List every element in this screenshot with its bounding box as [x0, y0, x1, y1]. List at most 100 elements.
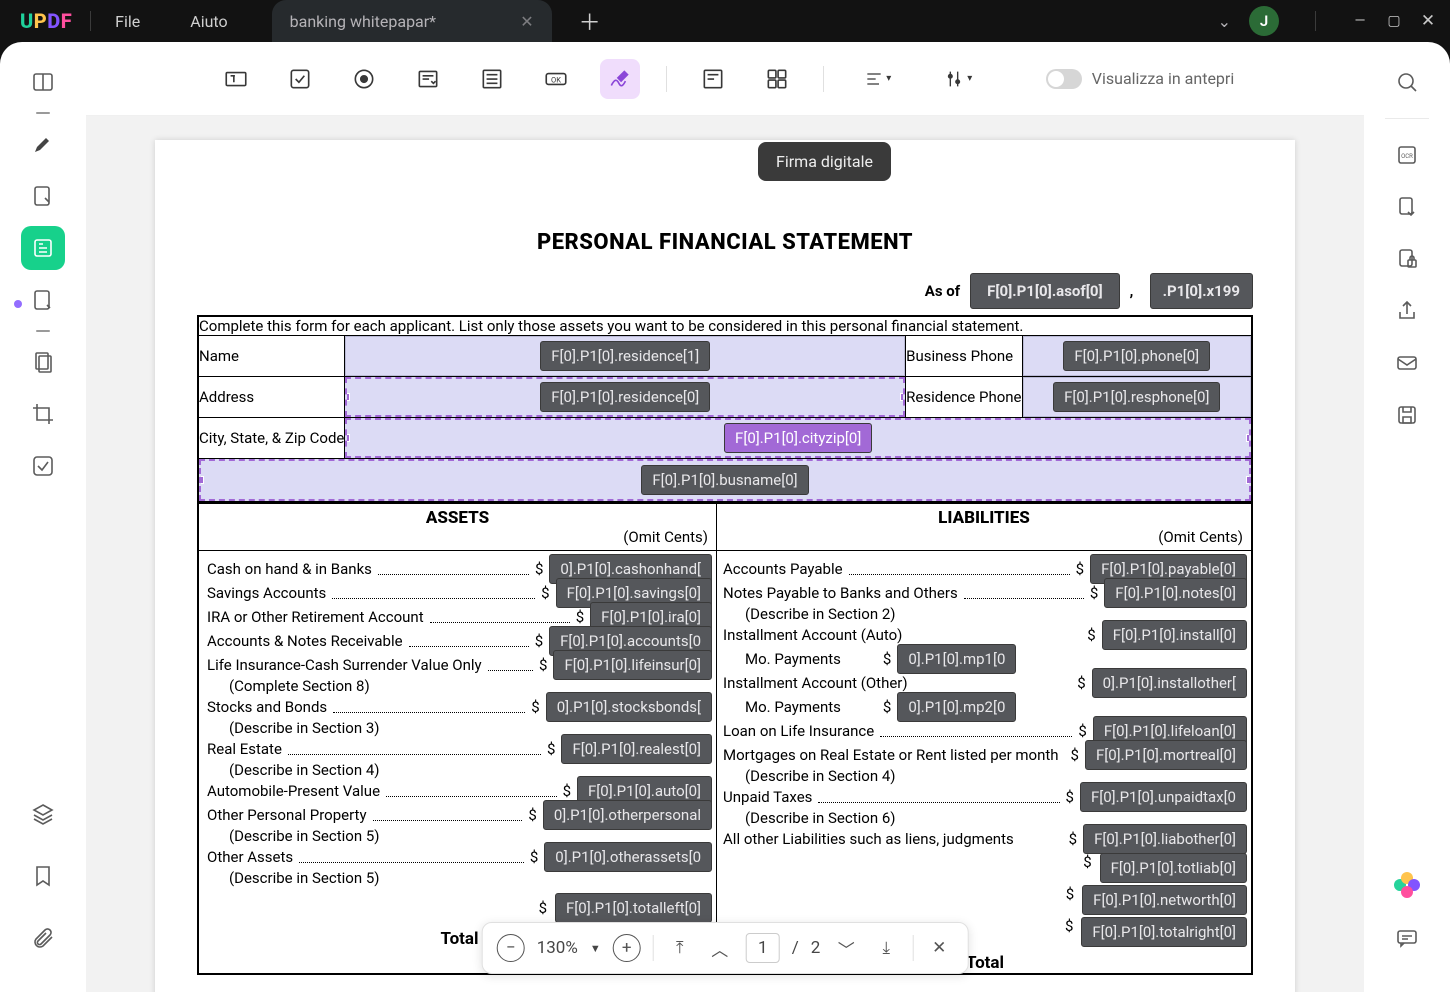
field-otherassets[interactable]: 0].P1[0].otherassets[0: [544, 842, 712, 872]
window-close-icon[interactable]: ✕: [1420, 14, 1436, 28]
attachment-icon[interactable]: [21, 916, 65, 960]
asset-stocks-label: Stocks and Bonds: [207, 698, 327, 716]
last-page-icon[interactable]: ⤓: [872, 934, 900, 962]
prev-page-icon[interactable]: ︿: [706, 934, 734, 962]
current-page-input[interactable]: 1: [746, 933, 780, 963]
field-residence-phone[interactable]: F[0].P1[0].resphone[0]: [1023, 377, 1252, 417]
search-icon[interactable]: [1385, 60, 1429, 104]
field-liabother[interactable]: F[0].P1[0].liabother[0]: [1083, 824, 1247, 854]
zoom-dropdown-icon[interactable]: ▼: [590, 942, 601, 955]
liab-inst-other-label: Installment Account (Other): [723, 674, 908, 692]
digital-signature-tool-icon[interactable]: [600, 59, 640, 99]
form-options-icon[interactable]: ▾: [930, 59, 986, 99]
ai-assistant-icon[interactable]: [1394, 872, 1420, 898]
layers-icon[interactable]: [21, 792, 65, 836]
label-cityzip: City, State, & Zip Code: [198, 418, 345, 459]
divider: [1385, 118, 1429, 119]
close-pager-icon[interactable]: ✕: [925, 934, 953, 962]
form-tools-icon[interactable]: [21, 226, 65, 270]
label-name: Name: [198, 336, 345, 377]
field-otherpersonal[interactable]: 0].P1[0].otherpersonal: [543, 800, 712, 830]
document-tab[interactable]: banking whitepapar* ✕: [272, 0, 552, 42]
window-maximize-icon[interactable]: ▢: [1386, 14, 1402, 28]
tab-close-icon[interactable]: ✕: [520, 12, 533, 31]
zoom-level: 130%: [537, 938, 578, 958]
field-totalright[interactable]: F[0].P1[0].totalright[0]: [1081, 917, 1247, 947]
listbox-tool-icon[interactable]: [472, 59, 512, 99]
ocr-icon[interactable]: OCR: [1385, 133, 1429, 177]
divider: [1315, 11, 1316, 31]
field-cityzip[interactable]: F[0].P1[0].cityzip[0]: [345, 418, 1251, 458]
label-business-phone: Business Phone: [906, 336, 1022, 377]
field-busname[interactable]: F[0].P1[0].busname[0]: [199, 459, 1251, 501]
field-mortreal[interactable]: F[0].P1[0].mortreal[0]: [1085, 740, 1247, 770]
liab-payable-label: Accounts Payable: [723, 560, 843, 578]
field-lifeinsur[interactable]: F[0].P1[0].lifeinsur[0]: [553, 650, 712, 680]
email-icon[interactable]: [1385, 341, 1429, 385]
image-field-tool-icon[interactable]: [693, 59, 733, 99]
left-sidebar: [0, 42, 86, 992]
first-page-icon[interactable]: ⤒: [666, 934, 694, 962]
redact-icon[interactable]: [21, 444, 65, 488]
window-minimize-icon[interactable]: —: [1352, 14, 1368, 28]
titlebar: UPDF File Aiuto banking whitepapar* ✕ ＋ …: [0, 0, 1450, 42]
bookmark-icon[interactable]: [21, 854, 65, 898]
field-notes[interactable]: F[0].P1[0].notes[0]: [1104, 578, 1247, 608]
crop-icon[interactable]: [21, 392, 65, 436]
document-canvas[interactable]: PERSONAL FINANCIAL STATEMENT As of F[0].…: [86, 116, 1364, 992]
divider: [912, 935, 913, 961]
organize-pages-icon[interactable]: [21, 278, 65, 322]
liab-mopay1-label: Mo. Payments: [745, 650, 841, 668]
field-install[interactable]: F[0].P1[0].install[0]: [1102, 620, 1247, 650]
field-unpaidtax[interactable]: F[0].P1[0].unpaidtax[0: [1080, 782, 1247, 812]
checkbox-tool-icon[interactable]: [280, 59, 320, 99]
text-field-tool-icon[interactable]: [216, 59, 256, 99]
liab-lifeloan-label: Loan on Life Insurance: [723, 722, 874, 740]
share-icon[interactable]: [1385, 289, 1429, 333]
align-tool-icon[interactable]: ▾: [850, 59, 906, 99]
recent-chevron-icon[interactable]: ⌄: [1218, 12, 1231, 31]
svg-text:OCR: OCR: [1401, 153, 1413, 160]
omit-cents: (Omit Cents): [207, 528, 708, 546]
convert-icon[interactable]: [1385, 185, 1429, 229]
divider: [36, 112, 50, 114]
field-asof[interactable]: F[0].P1[0].asof[0]: [970, 273, 1120, 309]
save-icon[interactable]: [1385, 393, 1429, 437]
user-avatar[interactable]: J: [1249, 6, 1279, 36]
highlighter-icon[interactable]: [21, 122, 65, 166]
field-installother[interactable]: 0].P1[0].installother[: [1092, 668, 1247, 698]
field-mp2[interactable]: 0].P1[0].mp2[0: [897, 692, 1016, 722]
radio-tool-icon[interactable]: [344, 59, 384, 99]
protect-icon[interactable]: [1385, 237, 1429, 281]
field-business-phone[interactable]: F[0].P1[0].phone[0]: [1023, 336, 1252, 376]
zoom-in-button[interactable]: +: [613, 934, 641, 962]
dropdown-tool-icon[interactable]: [408, 59, 448, 99]
field-year[interactable]: .P1[0].x199: [1150, 273, 1253, 309]
preview-toggle[interactable]: [1046, 69, 1082, 89]
edit-pdf-icon[interactable]: [21, 174, 65, 218]
field-address[interactable]: F[0].P1[0].residence[0]: [345, 377, 905, 417]
zoom-out-button[interactable]: −: [497, 934, 525, 962]
button-tool-icon[interactable]: OK: [536, 59, 576, 99]
page-manager-icon[interactable]: [21, 340, 65, 384]
field-networth[interactable]: F[0].P1[0].networth[0]: [1082, 885, 1247, 915]
field-totalleft[interactable]: F[0].P1[0].totalleft[0]: [555, 893, 712, 923]
asset-auto-label: Automobile-Present Value: [207, 782, 380, 800]
next-page-icon[interactable]: ﹀: [832, 934, 860, 962]
field-realest[interactable]: F[0].P1[0].realest[0]: [561, 734, 712, 764]
grid-tool-icon[interactable]: [757, 59, 797, 99]
menu-file[interactable]: File: [109, 8, 146, 35]
page-navigation-bar: − 130% ▼ + ⤒ ︿ 1 / 2 ﹀ ⤓ ✕: [482, 922, 969, 974]
new-tab-button[interactable]: ＋: [574, 5, 606, 37]
omit-cents: (Omit Cents): [725, 528, 1243, 546]
reader-mode-icon[interactable]: [21, 60, 65, 104]
field-stocks[interactable]: 0].P1[0].stocksbonds[: [546, 692, 712, 722]
field-name[interactable]: F[0].P1[0].residence[1]: [345, 336, 905, 376]
right-sidebar: OCR: [1364, 42, 1450, 992]
comments-icon[interactable]: [1385, 916, 1429, 960]
asset-ira-label: IRA or Other Retirement Account: [207, 608, 424, 626]
field-mp1[interactable]: 0].P1[0].mp1[0: [897, 644, 1016, 674]
field-totliab[interactable]: F[0].P1[0].totliab[0]: [1100, 853, 1247, 883]
menu-help[interactable]: Aiuto: [184, 8, 233, 35]
asset-life-label: Life Insurance-Cash Surrender Value Only: [207, 656, 482, 674]
